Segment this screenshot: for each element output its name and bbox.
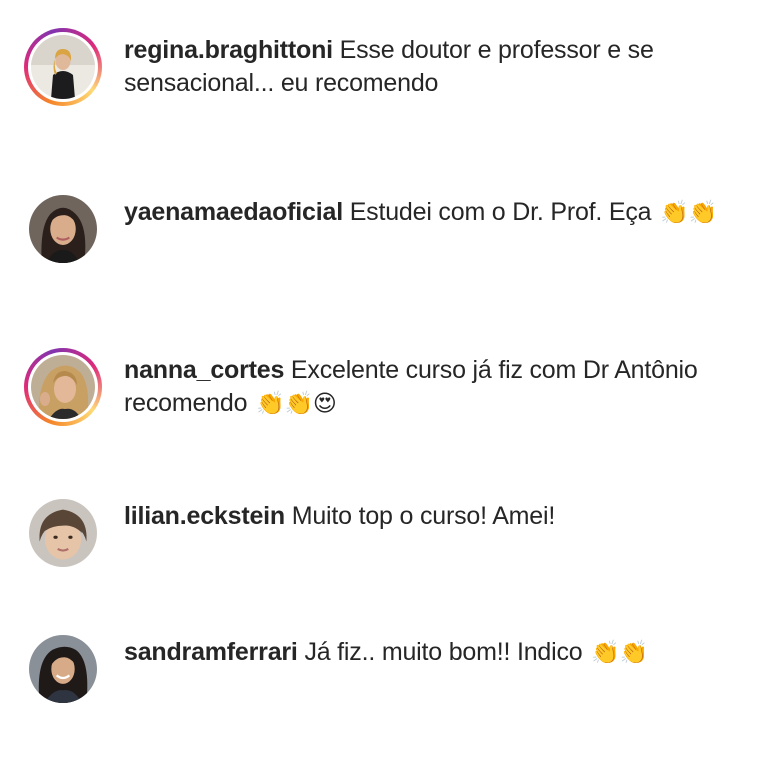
avatar[interactable]	[24, 494, 102, 572]
woman-smiling-avatar-icon	[29, 635, 97, 703]
comment-text: Já fiz.. muito bom!! Indico	[304, 638, 583, 666]
avatar[interactable]	[24, 630, 102, 708]
comment-username[interactable]: nanna_cortes	[124, 356, 284, 384]
avatar[interactable]	[24, 190, 102, 268]
woman-face-avatar-icon	[29, 499, 97, 567]
comment-text: Muito top o curso! Amei!	[291, 502, 556, 530]
avatar-story-ring[interactable]	[24, 348, 102, 426]
comment-username[interactable]: lilian.eckstein	[124, 502, 285, 530]
blonde-woman-avatar-icon	[31, 355, 95, 419]
avatar-story-ring[interactable]	[24, 28, 102, 106]
comment-username[interactable]: yaenamaedaoficial	[124, 198, 343, 226]
woman-standing-avatar-icon	[31, 35, 95, 99]
comment-username[interactable]: sandramferrari	[124, 638, 298, 666]
clapping-hands-icon: 👏👏	[660, 199, 718, 225]
clapping-hands-heart-eyes-icon: 👏👏😍	[256, 390, 337, 416]
clapping-hands-icon: 👏👏	[591, 639, 649, 665]
comment-username[interactable]: regina.braghittoni	[124, 36, 333, 64]
comment-text: Estudei com o Dr. Prof. Eça	[349, 198, 652, 226]
woman-long-hair-avatar-icon	[29, 195, 97, 263]
